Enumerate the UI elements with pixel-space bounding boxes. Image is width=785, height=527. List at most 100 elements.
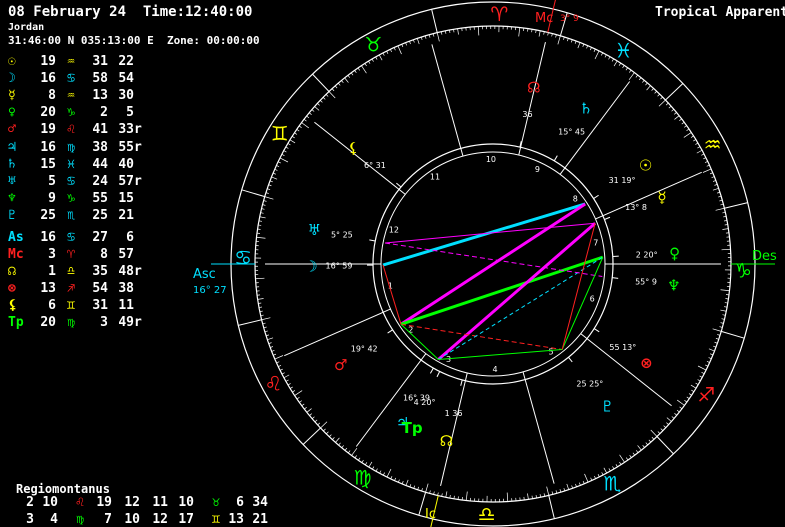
degree-tick: [632, 452, 636, 456]
degree-tick: [709, 172, 713, 175]
degree-tick: [712, 187, 719, 191]
degree-tick: [296, 396, 300, 400]
degree-tick: [717, 334, 721, 336]
degree-tick: [594, 475, 596, 479]
aspect-line: [438, 349, 563, 360]
degree-tick: [674, 413, 678, 416]
degree-tick: [618, 62, 621, 66]
degree-tick: [361, 459, 364, 463]
planet-glyph: ☊: [440, 432, 453, 450]
planet-position-label: 1 36: [445, 409, 463, 418]
planet-position-label: 55 13°: [609, 343, 636, 352]
planet-glyph: ♄: [579, 100, 592, 118]
degree-tick: [477, 26, 480, 36]
degree-tick: [708, 348, 715, 352]
degree-tick: [684, 400, 688, 403]
degree-tick: [277, 161, 281, 164]
planet-glyph: ☊: [527, 79, 540, 97]
degree-tick: [314, 106, 320, 111]
degree-tick: [264, 196, 274, 200]
degree-tick: [705, 364, 709, 367]
degree-tick: [527, 493, 529, 500]
degree-tick: [697, 365, 707, 371]
degree-tick: [593, 48, 596, 52]
planet-position-label: 16° 59: [326, 261, 353, 270]
house-number: 9: [535, 165, 540, 174]
degree-tick: [691, 389, 695, 392]
planet-glyph: ⊗: [640, 354, 653, 372]
zodiac-sign-glyph: ♎: [478, 502, 496, 526]
degree-tick: [696, 149, 703, 154]
degree-tick: [642, 444, 645, 448]
mc-label: Mc: [535, 11, 553, 26]
sign-boundary: [548, 495, 555, 519]
degree-tick: [368, 60, 371, 64]
degree-tick: [619, 454, 625, 463]
degree-tick: [706, 164, 710, 167]
degree-tick: [289, 139, 296, 144]
degree-tick: [358, 457, 361, 461]
degree-tick: [375, 56, 378, 60]
degree-tick: [712, 180, 716, 182]
asc-degree-label: 16° 27: [193, 285, 227, 296]
degree-tick: [279, 157, 289, 163]
planet-position-label: 25 25°: [576, 380, 603, 389]
degree-tick: [401, 481, 404, 485]
degree-tick: [629, 454, 632, 458]
degree-tick: [601, 52, 604, 56]
degree-tick: [317, 103, 320, 106]
degree-tick: [348, 450, 351, 454]
planet-glyph: ♀: [669, 245, 680, 263]
degree-tick: [665, 102, 669, 106]
degree-tick: [347, 75, 351, 78]
degree-tick: [272, 172, 276, 175]
house-number: 6: [590, 295, 595, 304]
degree-tick: [586, 45, 589, 49]
degree-tick: [325, 94, 329, 97]
degree-tick: [375, 468, 378, 472]
degree-tick: [269, 180, 273, 183]
degree-tick: [679, 118, 682, 122]
degree-tick: [267, 337, 274, 341]
house-number: 5: [548, 348, 553, 357]
degree-tick: [257, 298, 264, 300]
planet-glyph: Tp: [402, 419, 423, 437]
degree-tick: [341, 80, 344, 84]
degree-tick: [445, 491, 448, 498]
planet-position-label: 5° 25: [331, 231, 353, 240]
aspect-line: [437, 222, 597, 361]
degree-tick: [686, 396, 690, 399]
degree-tick: [273, 353, 277, 356]
degree-tick: [397, 45, 402, 55]
degree-tick: [642, 79, 645, 83]
degree-tick: [701, 372, 705, 375]
planet-marker-tick: [568, 356, 573, 363]
degree-tick: [308, 112, 312, 115]
sign-boundary: [724, 202, 748, 209]
degree-tick: [720, 289, 730, 292]
degree-tick: [637, 445, 642, 451]
planet-position-label: 6° 31: [364, 161, 386, 170]
degree-tick: [570, 39, 573, 43]
desc-label: Des: [752, 249, 777, 264]
degree-tick: [270, 346, 274, 348]
degree-tick: [428, 34, 431, 38]
planet-position-label: 13° 8: [625, 203, 647, 212]
planet-marker-tick: [369, 239, 376, 242]
degree-tick: [674, 115, 680, 120]
degree-tick: [332, 437, 335, 440]
degree-tick: [306, 115, 310, 119]
degree-tick: [697, 146, 701, 149]
degree-tick: [264, 330, 268, 333]
house-number: 3: [446, 355, 451, 364]
degree-tick: [256, 236, 266, 239]
planet-glyph: ♇: [601, 398, 614, 416]
house-number: 4: [493, 365, 498, 374]
degree-tick: [690, 135, 694, 138]
degree-tick: [506, 492, 509, 502]
degree-tick: [589, 47, 592, 51]
degree-tick: [690, 384, 697, 389]
degree-tick: [413, 485, 416, 489]
degree-tick: [421, 488, 423, 492]
degree-tick: [702, 168, 712, 173]
